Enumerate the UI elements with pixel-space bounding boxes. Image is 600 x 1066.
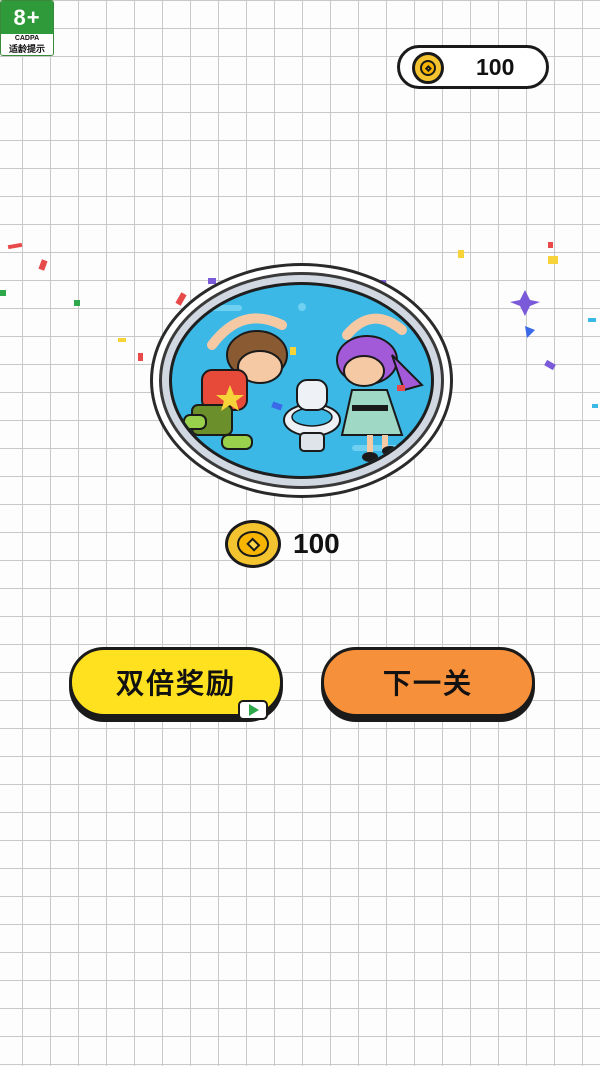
coin-balance: 100 (397, 45, 549, 89)
double-reward-button[interactable]: 双倍奖励 (69, 647, 283, 720)
next-level-button[interactable]: 下一关 (321, 647, 535, 717)
reward-coin-icon (225, 520, 281, 568)
level-complete-illustration (150, 263, 453, 498)
age-rating-caption: 适龄提示 (8, 44, 45, 54)
reward-amount-value: 100 (293, 528, 340, 559)
coin-balance-value: 100 (476, 54, 515, 80)
age-rating-badge: 8+ CADPA 适龄提示 (0, 0, 54, 56)
double-reward-label: 双倍奖励 (115, 668, 236, 699)
age-rating-org: CADPA (14, 35, 40, 42)
reward-amount: 100 (225, 520, 395, 568)
next-level-label: 下一关 (382, 668, 473, 699)
video-play-icon (238, 700, 268, 720)
age-rating-label: 8+ (1, 1, 53, 34)
coin-icon (412, 52, 444, 84)
